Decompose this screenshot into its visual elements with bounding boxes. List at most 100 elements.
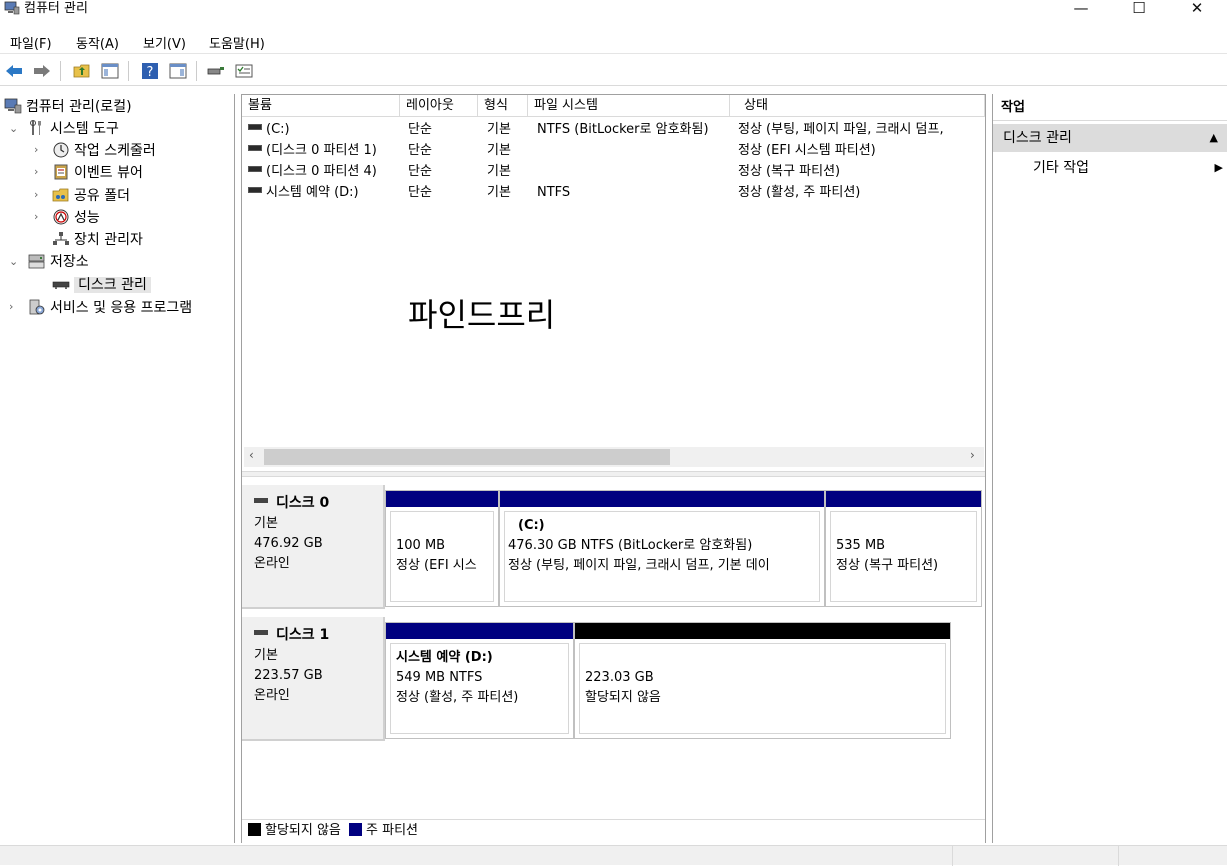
actions-section-disk-management[interactable]: 디스크 관리 ▲: [993, 124, 1227, 152]
menu-help[interactable]: 도움말(H): [209, 33, 265, 52]
performance-icon: [53, 209, 69, 225]
tree-item-system-tools[interactable]: 시스템 도구: [28, 118, 119, 140]
scroll-left-icon[interactable]: ‹: [249, 448, 254, 462]
disk-icon: [254, 630, 268, 635]
actions-section-label: 디스크 관리: [1003, 130, 1072, 146]
event-viewer-icon: [54, 164, 68, 180]
partition-unallocated[interactable]: 223.03 GB 할당되지 않음: [574, 622, 951, 739]
disk-size: 476.92 GB: [254, 536, 323, 551]
partition-status: 할당되지 않음: [585, 690, 661, 705]
tree-item-shared-folders[interactable]: 공유 폴더: [52, 185, 130, 207]
partition-size: 100 MB: [396, 538, 446, 553]
shared-folder-icon: [52, 188, 69, 202]
disk-0-info[interactable]: 디스크 0 기본 476.92 GB 온라인: [242, 485, 385, 609]
volume-name: (C:): [266, 122, 290, 137]
window-title: 컴퓨터 관리: [24, 1, 88, 16]
disk-kind: 기본: [254, 516, 278, 531]
horizontal-scrollbar[interactable]: ‹ ›: [244, 447, 984, 467]
chevron-right-icon[interactable]: ›: [34, 165, 38, 178]
volume-name: (디스크 0 파티션 1): [266, 143, 377, 158]
show-hide-action-pane-icon[interactable]: [168, 61, 188, 81]
tree-label: 컴퓨터 관리(로컬): [26, 99, 132, 115]
actions-header: 작업: [993, 94, 1227, 121]
partition-status: 정상 (활성, 주 파티션): [396, 690, 519, 705]
partition-efi[interactable]: 100 MB 정상 (EFI 시스: [385, 490, 499, 607]
volume-drive-icon: [248, 124, 262, 130]
volume-status: 정상 (활성, 주 파티션): [738, 185, 861, 200]
tree-item-device-manager[interactable]: 장치 관리자: [52, 229, 143, 251]
disk-kind: 기본: [254, 648, 278, 663]
volume-type: 기본: [487, 164, 511, 179]
volume-drive-icon: [248, 187, 262, 193]
table-row[interactable]: (디스크 0 파티션 1) 단순 기본 정상 (EFI 시스템 파티션): [242, 140, 985, 161]
column-header-status[interactable]: 상태: [730, 95, 985, 117]
table-row[interactable]: (디스크 0 파티션 4) 단순 기본 정상 (복구 파티션): [242, 161, 985, 182]
column-header-layout[interactable]: 레이아웃: [400, 95, 478, 117]
tree-label: 이벤트 뷰어: [74, 165, 143, 181]
column-header-file-system[interactable]: 파일 시스템: [528, 95, 730, 117]
scroll-right-icon[interactable]: ›: [970, 448, 975, 462]
close-button[interactable]: ✕: [1168, 0, 1226, 18]
toolbar-separator: [60, 61, 61, 81]
table-row[interactable]: (C:) 단순 기본 NTFS (BitLocker로 암호화됨) 정상 (부팅…: [242, 119, 985, 140]
volume-name: 시스템 예약 (D:): [266, 185, 359, 200]
tools-icon: [30, 120, 41, 135]
collapse-up-icon[interactable]: ▲: [1210, 124, 1218, 152]
primary-partition-band: [826, 491, 981, 507]
chevron-down-icon[interactable]: ⌄: [9, 122, 18, 135]
partition-status: 정상 (EFI 시스: [396, 558, 477, 573]
tree-item-event-viewer[interactable]: 이벤트 뷰어: [52, 162, 143, 184]
table-row[interactable]: 시스템 예약 (D:) 단순 기본 NTFS 정상 (활성, 주 파티션): [242, 182, 985, 203]
partition-size: 535 MB: [836, 538, 886, 553]
tree-item-task-scheduler[interactable]: 작업 스케줄러: [52, 140, 156, 162]
column-header-volume[interactable]: 볼륨: [242, 95, 400, 117]
clock-icon: [53, 142, 69, 158]
show-hide-console-tree-icon[interactable]: [100, 61, 120, 81]
menu-action[interactable]: 동작(A): [76, 33, 119, 52]
chevron-down-icon[interactable]: ⌄: [9, 255, 18, 268]
properties-icon[interactable]: [234, 61, 254, 81]
partition-size: 223.03 GB: [585, 670, 654, 685]
chevron-right-icon[interactable]: ›: [34, 188, 38, 201]
disk-name: 디스크 1: [276, 627, 330, 643]
back-arrow-icon[interactable]: [4, 61, 24, 81]
chevron-right-icon[interactable]: ›: [34, 210, 38, 223]
tree-item-disk-management[interactable]: 디스크 관리: [52, 274, 151, 296]
disk-1-info[interactable]: 디스크 1 기본 223.57 GB 온라인: [242, 617, 385, 741]
scrollbar-thumb[interactable]: [264, 449, 670, 465]
disk-name: 디스크 0: [276, 495, 330, 511]
chevron-right-icon[interactable]: ›: [9, 300, 13, 313]
tree-item-computer-management[interactable]: 컴퓨터 관리(로컬): [4, 96, 132, 118]
volume-type: 기본: [487, 122, 511, 137]
partition-details: 시스템 예약 (D:) 549 MB NTFS 정상 (활성, 주 파티션): [390, 643, 569, 734]
partition-title: [836, 516, 971, 536]
menu-bar: 파일(F) 동작(A) 보기(V) 도움말(H): [0, 30, 1227, 54]
tree-label: 시스템 도구: [50, 121, 119, 137]
services-icon: [29, 299, 45, 315]
minimize-button[interactable]: —: [1052, 0, 1110, 18]
up-folder-icon[interactable]: [72, 61, 92, 81]
help-icon[interactable]: ?: [140, 61, 160, 81]
volume-drive-icon: [248, 145, 262, 151]
actions-more[interactable]: 기타 작업 ▶: [1033, 156, 1223, 180]
partition-system-reserved[interactable]: 시스템 예약 (D:) 549 MB NTFS 정상 (활성, 주 파티션): [385, 622, 574, 739]
partition-c[interactable]: (C:) 476.30 GB NTFS (BitLocker로 암호화됨) 정상…: [499, 490, 825, 607]
maximize-button[interactable]: ☐: [1110, 0, 1168, 18]
menu-view[interactable]: 보기(V): [143, 33, 186, 52]
tree-item-services-applications[interactable]: 서비스 및 응용 프로그램: [28, 297, 192, 319]
tree-item-storage[interactable]: 저장소: [28, 251, 89, 273]
tree-item-performance[interactable]: 성능: [52, 207, 100, 229]
menu-file[interactable]: 파일(F): [10, 33, 52, 52]
chevron-right-icon[interactable]: ›: [34, 143, 38, 156]
column-header-type[interactable]: 형식: [478, 95, 528, 117]
title-bar: 컴퓨터 관리 — ☐ ✕: [0, 0, 1227, 26]
actions-pane: 작업 디스크 관리 ▲ 기타 작업 ▶: [992, 94, 1227, 843]
volume-type: 기본: [487, 143, 511, 158]
partition-size: 476.30 GB NTFS (BitLocker로 암호화됨): [508, 538, 753, 553]
primary-partition-band: [500, 491, 824, 507]
legend-primary: 주 파티션: [366, 823, 419, 838]
forward-arrow-icon[interactable]: [32, 61, 52, 81]
disk-connect-icon[interactable]: [206, 61, 226, 81]
partition-recovery[interactable]: 535 MB 정상 (복구 파티션): [825, 490, 982, 607]
tree-label: 저장소: [50, 254, 89, 270]
